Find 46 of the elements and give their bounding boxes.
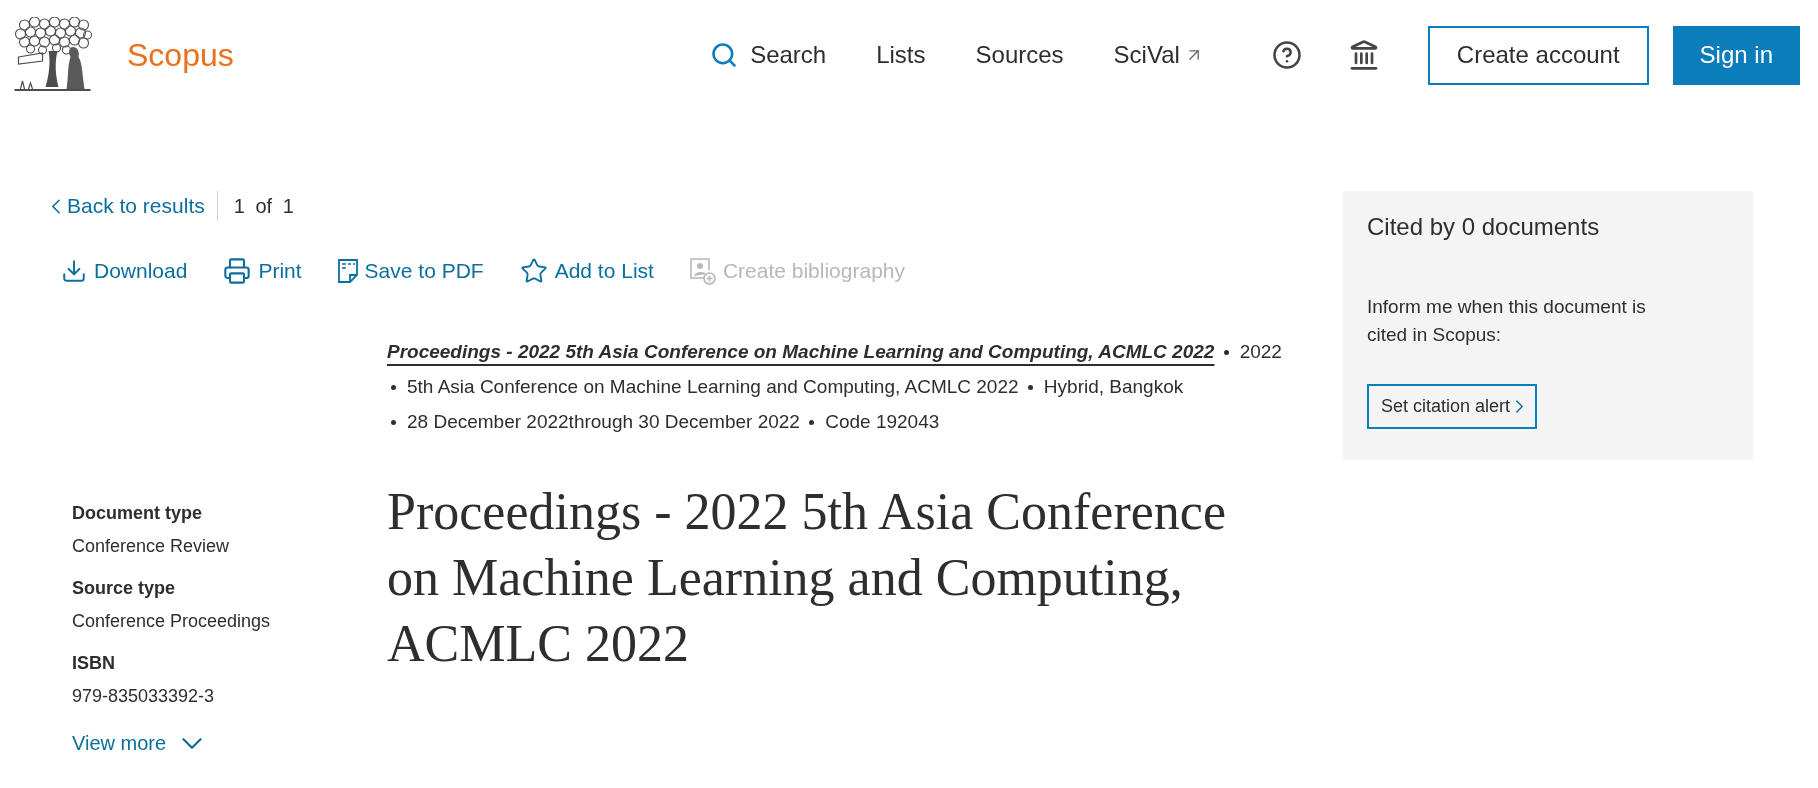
add-to-list-button[interactable]: Add to List xyxy=(519,257,654,285)
download-icon xyxy=(61,258,87,284)
star-icon xyxy=(519,257,548,285)
brand-name[interactable]: Scopus xyxy=(127,36,234,74)
source-title-link[interactable]: Proceedings - 2022 5th Asia Conference on Machine Learning and Computing, ACMLC 2022 xyxy=(387,341,1215,362)
chevron-right-icon xyxy=(1516,400,1524,413)
back-to-results-link[interactable]: Back to results xyxy=(52,194,205,218)
search-icon xyxy=(710,41,739,69)
source-detail: 28 December 2022through 30 December 2022 xyxy=(407,411,800,432)
source-detail: Hybrid, Bangkok xyxy=(1043,376,1184,397)
field-value: 979-835033392-3 xyxy=(72,685,215,708)
source-detail: 2022 xyxy=(1239,341,1282,362)
printer-icon xyxy=(223,257,252,285)
help-icon[interactable] xyxy=(1271,40,1302,70)
bullet-icon xyxy=(1027,385,1033,391)
view-more-button[interactable]: View more xyxy=(72,732,203,755)
field-value: Conference Proceedings xyxy=(72,610,271,633)
nav-link[interactable]: Sources xyxy=(975,41,1064,69)
download-button[interactable]: Download xyxy=(61,258,188,284)
print-button[interactable]: Print xyxy=(223,257,302,285)
result-position: 1 of 1 xyxy=(233,194,294,218)
source-detail: 5th Asia Conference on Machine Learning and Computing, ACMLC 2022 xyxy=(407,376,1019,397)
nav-link[interactable]: Search xyxy=(710,41,827,69)
bullet-icon xyxy=(809,420,815,426)
bullet-icon xyxy=(1223,350,1229,356)
set-citation-alert-button[interactable]: Set citation alert xyxy=(1367,384,1538,429)
document-icon xyxy=(337,259,358,283)
field-label: Document type xyxy=(72,502,203,525)
nav-link[interactable]: Lists xyxy=(876,41,926,69)
field-value: Conference Review xyxy=(72,535,230,558)
citations-heading: Cited by 0 documents xyxy=(1367,212,1600,242)
bullet-icon xyxy=(391,385,396,391)
sign-in-button[interactable]: Sign in xyxy=(1672,25,1800,85)
nav-link[interactable]: SciVal xyxy=(1113,41,1204,69)
citation-alert-text: Inform me when this document is cited in Scopus: xyxy=(1367,295,1647,347)
source-detail: Code 192043 xyxy=(825,411,940,432)
image-add-icon xyxy=(689,257,716,285)
chevron-down-icon xyxy=(182,738,203,749)
bullet-icon xyxy=(391,420,396,426)
create-account-button[interactable]: Create account xyxy=(1427,25,1649,85)
chevron-left-icon xyxy=(52,198,60,214)
field-label: Source type xyxy=(72,577,176,600)
save-pdf-button[interactable]: Save to PDF xyxy=(337,259,484,283)
document-title: Proceedings - 2022 5th Asia Conference on Machine Learning and Computing, ACMLC 2022 xyxy=(387,482,1227,674)
tree-logo-icon xyxy=(12,17,93,93)
field-label: ISBN xyxy=(72,652,115,675)
